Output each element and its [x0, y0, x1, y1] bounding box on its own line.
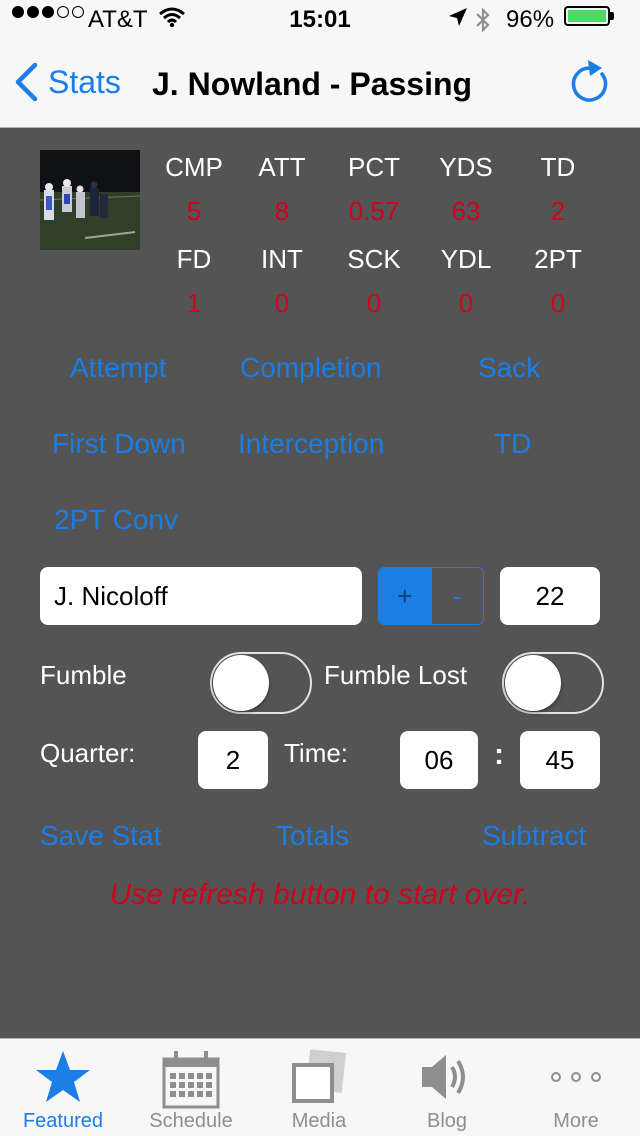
battery-icon — [564, 6, 614, 26]
tab-label: Media — [291, 1110, 347, 1132]
stat-label-td: TD — [540, 152, 576, 182]
interception-button[interactable]: Interception — [238, 428, 384, 460]
stat-label-int: INT — [261, 244, 303, 274]
fumble-label: Fumble — [40, 660, 127, 690]
stat-value-2pt: 0 — [550, 288, 566, 318]
tab-featured[interactable]: Featured — [0, 1039, 126, 1136]
tab-label: Schedule — [149, 1110, 233, 1132]
player-photo — [40, 150, 140, 250]
back-button-label: Stats — [48, 63, 121, 100]
tab-more[interactable]: More — [512, 1039, 640, 1136]
navigation-bar: Stats J. Nowland - Passing — [0, 40, 640, 128]
stat-value-pct: 0.57 — [348, 196, 400, 226]
bluetooth-icon — [474, 6, 492, 41]
status-bar: AT&T 15:01 96% — [0, 0, 640, 40]
back-button[interactable]: Stats — [14, 62, 121, 102]
speaker-icon — [422, 1055, 465, 1099]
refresh-button[interactable] — [568, 58, 612, 106]
tab-label: Blog — [426, 1110, 468, 1132]
subtract-button[interactable]: Subtract — [482, 820, 586, 852]
stat-grid: CMP ATT PCT YDS TD 5 8 0.57 63 2 FD INT … — [148, 146, 628, 330]
media-icon — [292, 1049, 346, 1103]
battery-percent: 96% — [506, 6, 555, 33]
minutes-field[interactable] — [400, 731, 478, 789]
tab-label: More — [553, 1110, 599, 1132]
td-button[interactable]: TD — [494, 428, 531, 460]
stat-label-ydl: YDL — [440, 244, 492, 274]
player-name-field[interactable] — [40, 567, 362, 625]
stat-label-sck: SCK — [347, 244, 401, 274]
stat-label-fd: FD — [176, 244, 212, 274]
stat-value-td: 2 — [550, 196, 566, 226]
toggle-knob — [505, 655, 561, 711]
stat-label-pct: PCT — [348, 152, 400, 182]
tab-label: Featured — [22, 1110, 104, 1132]
yards-field[interactable] — [500, 567, 600, 625]
two-pt-conv-button[interactable]: 2PT Conv — [54, 504, 178, 536]
fumble-toggle[interactable] — [210, 652, 312, 714]
seconds-field[interactable] — [520, 731, 600, 789]
stat-value-yds: 63 — [451, 196, 481, 226]
plus-segment[interactable]: + — [379, 568, 431, 624]
calendar-icon — [162, 1051, 220, 1109]
stat-label-cmp: CMP — [165, 152, 223, 182]
fumble-lost-label: Fumble Lost — [324, 660, 468, 690]
first-down-button[interactable]: First Down — [52, 428, 186, 460]
attempt-button[interactable]: Attempt — [70, 352, 166, 384]
totals-button[interactable]: Totals — [276, 820, 349, 852]
sack-button[interactable]: Sack — [478, 352, 540, 384]
stat-value-sck: 0 — [366, 288, 382, 318]
tab-schedule[interactable]: Schedule — [128, 1039, 254, 1136]
quarter-field[interactable] — [198, 731, 268, 789]
more-icon — [551, 1072, 601, 1082]
stat-value-att: 8 — [274, 196, 290, 226]
refresh-icon — [571, 60, 608, 102]
chevron-left-icon — [15, 62, 38, 102]
minus-segment[interactable]: - — [430, 568, 484, 624]
toggle-knob — [213, 655, 269, 711]
stat-value-ydl: 0 — [458, 288, 474, 318]
page-title: J. Nowland - Passing — [152, 66, 473, 102]
time-label: Time: — [284, 738, 349, 768]
fumble-lost-toggle[interactable] — [502, 652, 604, 714]
stat-label-yds: YDS — [439, 152, 493, 182]
save-stat-button[interactable]: Save Stat — [40, 820, 161, 852]
tab-bar: Featured Schedule Media Blog More — [0, 1038, 640, 1136]
plus-minus-segmented-control[interactable]: + - — [378, 567, 484, 625]
completion-button[interactable]: Completion — [240, 352, 382, 384]
stat-value-cmp: 5 — [186, 196, 202, 226]
time-separator: : — [494, 738, 504, 771]
location-arrow-icon — [448, 6, 468, 34]
stat-label-att: ATT — [258, 152, 306, 182]
stat-label-2pt: 2PT — [534, 244, 582, 274]
stat-value-int: 0 — [274, 288, 290, 318]
quarter-label: Quarter: — [40, 738, 136, 768]
tab-blog[interactable]: Blog — [384, 1039, 510, 1136]
stat-value-fd: 1 — [186, 288, 202, 318]
refresh-hint: Use refresh button to start over. — [109, 878, 531, 911]
tab-media[interactable]: Media — [256, 1039, 382, 1136]
star-icon — [36, 1051, 90, 1102]
